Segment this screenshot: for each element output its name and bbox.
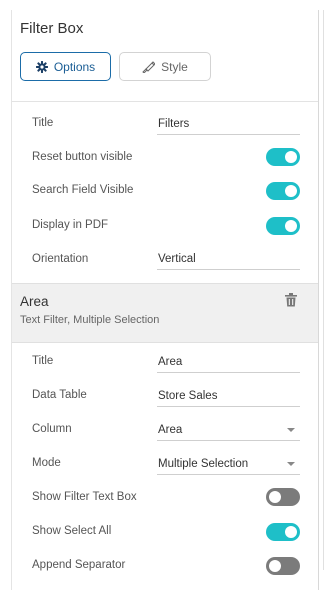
append-separator-toggle[interactable] [266,557,300,575]
display-in-pdf-label: Display in PDF [32,219,109,231]
reset-button-visible-toggle[interactable] [266,148,300,166]
tab-style[interactable]: Style [119,52,211,81]
outer-border-line [323,10,324,570]
gear-icon [35,60,48,73]
chevron-down-icon [287,428,295,432]
orientation-value: Vertical [158,252,196,265]
toggle-knob [285,220,297,232]
divider [12,101,318,102]
column-label: Column [32,423,72,435]
toggle-knob [269,560,281,572]
data-table-label: Data Table [32,389,87,401]
data-table-value: Store Sales [158,389,218,402]
trash-icon[interactable] [285,293,297,307]
filter-title-value: Area [158,355,183,368]
title-input[interactable]: Filters [157,113,300,135]
search-field-visible-label: Search Field Visible [32,184,134,196]
orientation-label: Orientation [32,253,89,265]
search-field-visible-toggle[interactable] [266,182,300,200]
show-filter-text-box-toggle[interactable] [266,488,300,506]
filter-description: Text Filter, Multiple Selection [20,314,160,326]
tab-options[interactable]: Options [20,52,111,81]
panel-title: Filter Box [20,20,84,37]
mode-select[interactable]: Multiple Selection [157,453,300,475]
show-select-all-label: Show Select All [32,525,112,537]
paint-brush-icon [142,60,156,73]
column-value: Area [158,423,183,436]
filter-section-header[interactable]: Area Text Filter, Multiple Selection [12,283,318,343]
data-table-input[interactable]: Store Sales [157,385,300,407]
show-filter-text-box-label: Show Filter Text Box [32,491,137,503]
title-input-value: Filters [158,117,190,130]
toggle-knob [285,151,297,163]
toggle-knob [285,526,297,538]
show-select-all-toggle[interactable] [266,523,300,541]
chevron-down-icon [287,462,295,466]
toggle-knob [285,185,297,197]
filter-name: Area [20,294,49,309]
mode-value: Multiple Selection [158,457,249,470]
reset-button-visible-label: Reset button visible [32,151,133,163]
display-in-pdf-toggle[interactable] [266,217,300,235]
tab-options-label: Options [53,59,96,74]
append-separator-label: Append Separator [32,559,126,571]
toggle-knob [269,491,281,503]
mode-label: Mode [32,457,61,469]
filter-box-settings-panel: Filter Box Options Style Title Filters R… [11,10,319,590]
filter-title-input[interactable]: Area [157,351,300,373]
filter-title-label: Title [32,355,54,367]
tab-style-label: Style [161,59,188,74]
orientation-input[interactable]: Vertical [157,248,300,270]
title-label: Title [32,117,54,129]
column-select[interactable]: Area [157,419,300,441]
